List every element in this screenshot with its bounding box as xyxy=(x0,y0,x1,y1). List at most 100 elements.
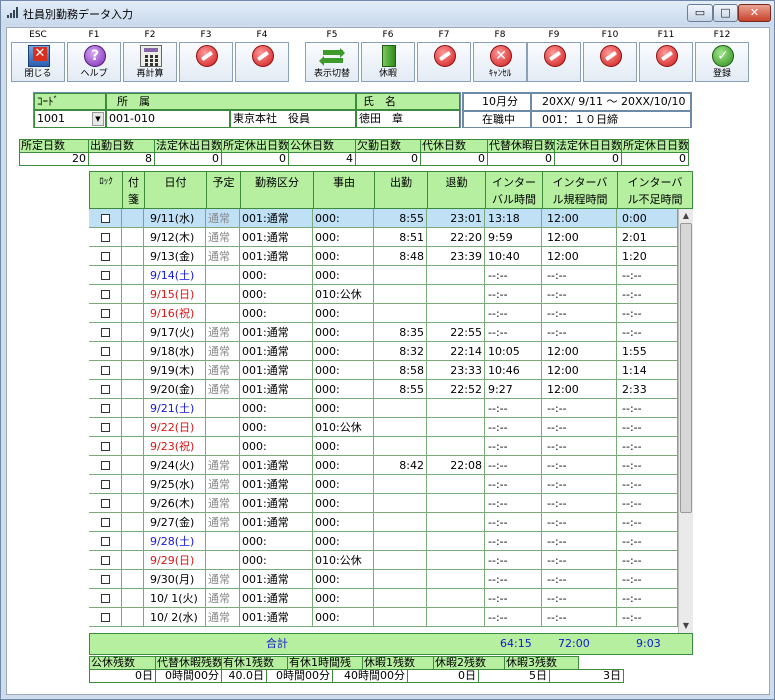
interval-time-cell[interactable]: --:-- xyxy=(485,266,542,285)
lock-checkbox[interactable] xyxy=(89,456,122,475)
fkey-f6[interactable]: F6 休暇 xyxy=(361,30,415,82)
fkey-button-disabled[interactable] xyxy=(235,42,289,82)
clock-out-cell[interactable] xyxy=(427,475,485,494)
plan-cell[interactable]: 通常 xyxy=(206,570,240,589)
interval-shortage-cell[interactable]: --:-- xyxy=(617,456,678,475)
table-row[interactable]: 9/22(日) 000: 010:公休 --:-- --:-- --:-- xyxy=(89,418,678,437)
work-type-cell[interactable]: 000: xyxy=(240,399,313,418)
fkey-button-f8[interactable]: ✕ ｷｬﾝｾﾙ xyxy=(473,42,527,82)
plan-cell[interactable] xyxy=(206,418,240,437)
table-row[interactable]: 9/19(木) 通常 001:通常 000: 8:58 23:33 10:46 12:00 1:… xyxy=(89,361,678,380)
maximize-button[interactable]: □ xyxy=(713,4,738,22)
reason-cell[interactable]: 000: xyxy=(313,399,374,418)
interval-time-cell[interactable]: --:-- xyxy=(485,285,542,304)
reason-cell[interactable]: 010:公休 xyxy=(313,551,374,570)
plan-cell[interactable] xyxy=(206,532,240,551)
sticky-note-cell[interactable] xyxy=(122,266,144,285)
lock-checkbox-box[interactable] xyxy=(100,518,110,527)
interval-time-cell[interactable]: 9:27 xyxy=(485,380,542,399)
reason-cell[interactable]: 000: xyxy=(313,589,374,608)
sticky-note-cell[interactable] xyxy=(122,437,144,456)
reason-cell[interactable]: 000: xyxy=(313,228,374,247)
clock-out-cell[interactable]: 22:14 xyxy=(427,342,485,361)
clock-out-cell[interactable] xyxy=(427,513,485,532)
clock-out-cell[interactable] xyxy=(427,551,485,570)
lock-checkbox[interactable] xyxy=(89,380,122,399)
interval-shortage-cell[interactable]: --:-- xyxy=(617,304,678,323)
clock-out-cell[interactable]: 22:20 xyxy=(427,228,485,247)
reason-cell[interactable]: 000: xyxy=(313,608,374,627)
work-type-cell[interactable]: 000: xyxy=(240,285,313,304)
lock-checkbox[interactable] xyxy=(89,304,122,323)
table-row[interactable]: 9/30(月) 通常 001:通常 000: --:-- --:-- --:-- xyxy=(89,570,678,589)
interval-rule-cell[interactable]: --:-- xyxy=(542,475,617,494)
table-row[interactable]: 9/25(水) 通常 001:通常 000: --:-- --:-- --:-- xyxy=(89,475,678,494)
chevron-down-icon[interactable]: ▼ xyxy=(92,112,104,126)
interval-time-cell[interactable]: --:-- xyxy=(485,494,542,513)
interval-time-cell[interactable]: --:-- xyxy=(485,570,542,589)
lock-checkbox[interactable] xyxy=(89,513,122,532)
title-bar[interactable]: 社員別勤務データ入力 ▭ □ ✕ xyxy=(1,1,774,25)
table-row[interactable]: 9/20(金) 通常 001:通常 000: 8:55 22:52 9:27 12:00 2:… xyxy=(89,380,678,399)
interval-shortage-cell[interactable]: 1:14 xyxy=(617,361,678,380)
table-row[interactable]: 9/12(木) 通常 001:通常 000: 8:51 22:20 9:59 12:00 2:… xyxy=(89,228,678,247)
plan-cell[interactable]: 通常 xyxy=(206,247,240,266)
clock-in-cell[interactable] xyxy=(374,399,427,418)
clock-in-cell[interactable]: 8:32 xyxy=(374,342,427,361)
table-row[interactable]: 9/14(土) 000: 000: --:-- --:-- --:-- xyxy=(89,266,678,285)
clock-in-cell[interactable] xyxy=(374,494,427,513)
sticky-note-cell[interactable] xyxy=(122,323,144,342)
lock-checkbox[interactable] xyxy=(89,437,122,456)
fkey-f3[interactable]: F3 xyxy=(179,30,233,82)
fkey-f2[interactable]: F2 再計算 xyxy=(123,30,177,82)
lock-checkbox-box[interactable] xyxy=(100,613,110,622)
plan-cell[interactable]: 通常 xyxy=(206,209,240,228)
interval-rule-cell[interactable]: 12:00 xyxy=(542,361,617,380)
clock-out-cell[interactable] xyxy=(427,266,485,285)
work-type-cell[interactable]: 001:通常 xyxy=(240,475,313,494)
lock-checkbox-box[interactable] xyxy=(100,385,110,394)
clock-in-cell[interactable] xyxy=(374,570,427,589)
lock-checkbox[interactable] xyxy=(89,247,122,266)
interval-shortage-cell[interactable]: --:-- xyxy=(617,494,678,513)
interval-rule-cell[interactable]: --:-- xyxy=(542,456,617,475)
interval-shortage-cell[interactable]: --:-- xyxy=(617,551,678,570)
lock-checkbox-box[interactable] xyxy=(100,461,110,470)
lock-checkbox[interactable] xyxy=(89,342,122,361)
clock-out-cell[interactable] xyxy=(427,532,485,551)
plan-cell[interactable]: 通常 xyxy=(206,475,240,494)
work-type-cell[interactable]: 000: xyxy=(240,532,313,551)
clock-out-cell[interactable] xyxy=(427,608,485,627)
table-row[interactable]: 9/26(木) 通常 001:通常 000: --:-- --:-- --:-- xyxy=(89,494,678,513)
interval-rule-cell[interactable]: 12:00 xyxy=(542,228,617,247)
interval-shortage-cell[interactable]: 1:55 xyxy=(617,342,678,361)
work-type-cell[interactable]: 001:通常 xyxy=(240,361,313,380)
clock-out-cell[interactable] xyxy=(427,399,485,418)
clock-in-cell[interactable] xyxy=(374,513,427,532)
reason-cell[interactable]: 000: xyxy=(313,323,374,342)
interval-rule-cell[interactable]: --:-- xyxy=(542,608,617,627)
fkey-button-disabled[interactable] xyxy=(583,42,637,82)
sticky-note-cell[interactable] xyxy=(122,228,144,247)
reason-cell[interactable]: 000: xyxy=(313,513,374,532)
reason-cell[interactable]: 000: xyxy=(313,532,374,551)
lock-checkbox[interactable] xyxy=(89,418,122,437)
fkey-f11[interactable]: F11 xyxy=(639,30,693,82)
interval-rule-cell[interactable]: --:-- xyxy=(542,323,617,342)
fkey-button-disabled[interactable] xyxy=(527,42,581,82)
clock-out-cell[interactable] xyxy=(427,304,485,323)
minimize-button[interactable]: ▭ xyxy=(687,4,713,22)
clock-in-cell[interactable]: 8:35 xyxy=(374,323,427,342)
work-type-cell[interactable]: 001:通常 xyxy=(240,342,313,361)
lock-checkbox-box[interactable] xyxy=(100,271,110,280)
lock-checkbox[interactable] xyxy=(89,589,122,608)
work-type-cell[interactable]: 001:通常 xyxy=(240,228,313,247)
lock-checkbox-box[interactable] xyxy=(100,214,110,223)
interval-time-cell[interactable]: --:-- xyxy=(485,608,542,627)
sticky-note-cell[interactable] xyxy=(122,361,144,380)
interval-time-cell[interactable]: --:-- xyxy=(485,437,542,456)
lock-checkbox[interactable] xyxy=(89,228,122,247)
work-type-cell[interactable]: 001:通常 xyxy=(240,209,313,228)
fkey-button-f5[interactable]: 表示切替 xyxy=(305,42,359,82)
fkey-button-f2[interactable]: 再計算 xyxy=(123,42,177,82)
